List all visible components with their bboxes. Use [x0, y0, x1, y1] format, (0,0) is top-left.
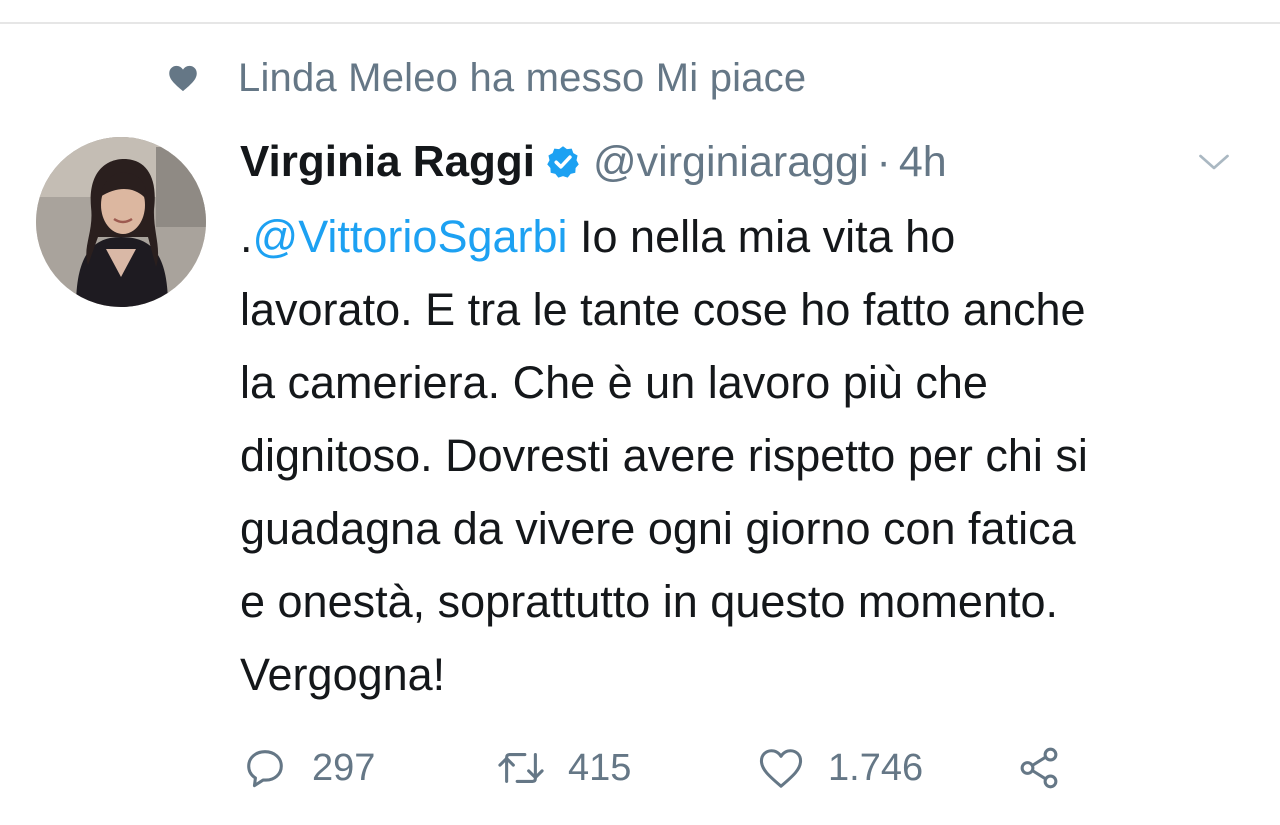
avatar[interactable]	[36, 137, 206, 307]
share-button[interactable]	[1014, 740, 1064, 796]
social-context-text: Linda Meleo ha messo Mi piace	[238, 55, 807, 100]
tweet-screen: Linda Meleo ha messo Mi piace Virginia R…	[0, 0, 1280, 825]
like-button[interactable]: 1.746	[756, 740, 923, 796]
tweet-text-body: Io nella mia vita ho lavorato. E tra le …	[240, 211, 1088, 700]
tweet-actions: 297 415 1.746	[240, 740, 1240, 796]
tweet-header: Virginia Raggi @virginiaraggi · 4h	[240, 130, 947, 194]
author-display-name[interactable]: Virginia Raggi	[240, 137, 535, 187]
reply-icon	[240, 743, 290, 793]
heart-icon	[756, 743, 806, 793]
tweet-timestamp[interactable]: 4h	[899, 138, 947, 187]
tweet-text-prefix: .	[240, 211, 253, 262]
author-handle[interactable]: @virginiaraggi	[593, 138, 869, 187]
reply-button[interactable]: 297	[240, 740, 375, 796]
header-separator: ·	[876, 137, 891, 186]
top-divider	[0, 22, 1280, 24]
retweet-icon	[496, 743, 546, 793]
retweet-button[interactable]: 415	[496, 740, 631, 796]
reply-count: 297	[312, 746, 376, 789]
mention-link[interactable]: @VittorioSgarbi	[253, 211, 568, 262]
social-context[interactable]: Linda Meleo ha messo Mi piace	[168, 52, 806, 104]
like-count: 1.746	[828, 746, 924, 789]
share-icon	[1014, 743, 1064, 793]
tweet-text: .@VittorioSgarbi Io nella mia vita ho la…	[240, 200, 1260, 711]
heart-filled-icon	[168, 63, 198, 93]
verified-badge-icon	[545, 144, 581, 180]
chevron-down-icon[interactable]	[1196, 144, 1232, 180]
retweet-count: 415	[568, 746, 632, 789]
